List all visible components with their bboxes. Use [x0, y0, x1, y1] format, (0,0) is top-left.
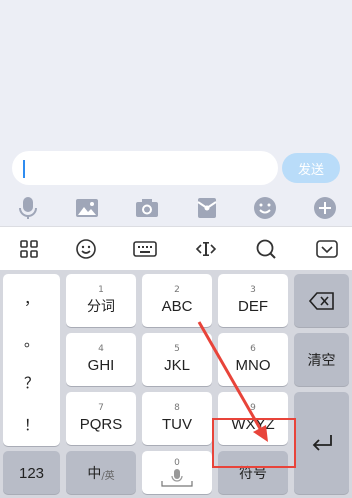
annotation-arrow-icon	[197, 321, 268, 442]
